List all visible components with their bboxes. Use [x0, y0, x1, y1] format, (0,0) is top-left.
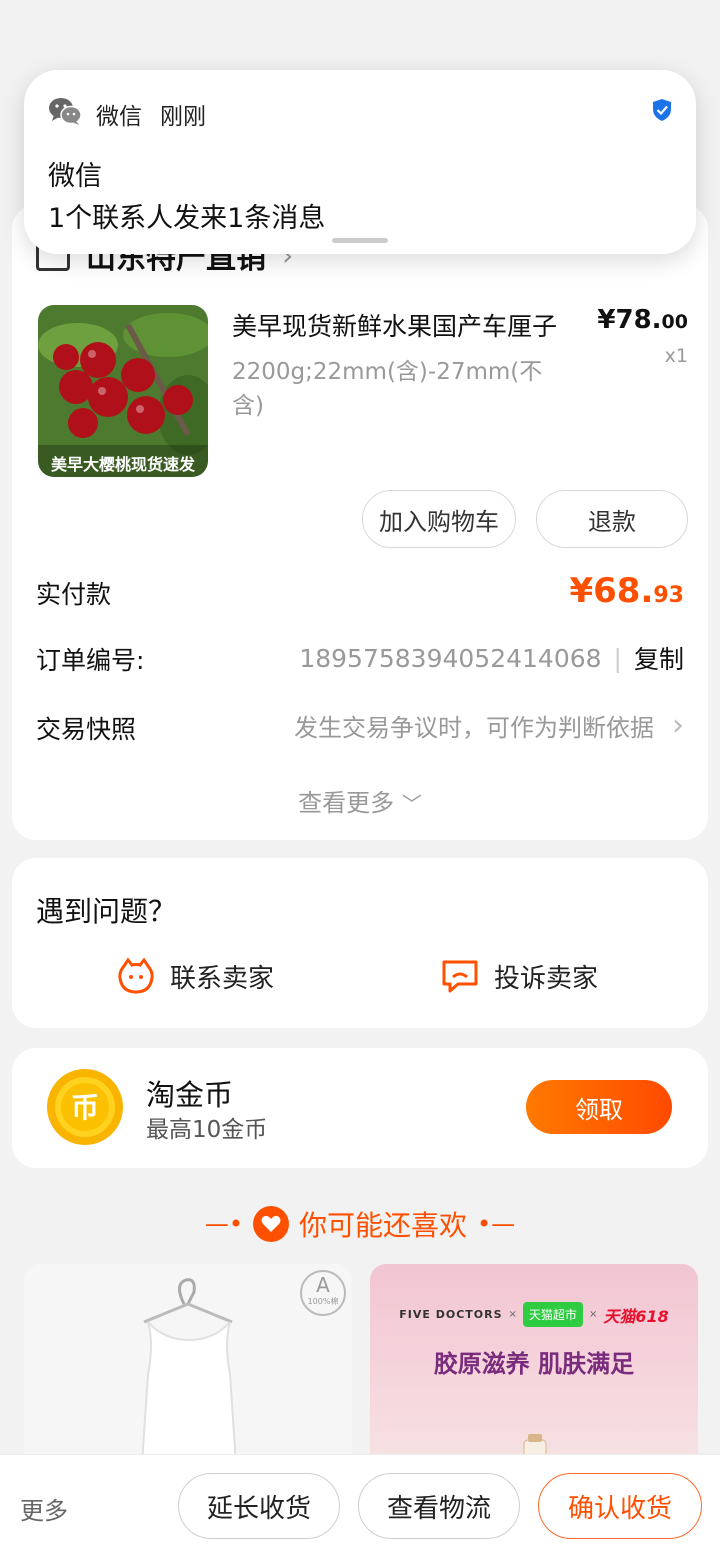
paid-integer: ¥68. [569, 571, 654, 611]
complain-seller-label: 投诉卖家 [494, 963, 599, 994]
decor-line-left: —• [204, 1210, 243, 1238]
complaint-chat-icon [442, 960, 478, 993]
ad-headline: 胶原滋养 肌肤满足 [433, 1350, 635, 1378]
order-card: 山东特产直销 › 美早大樱桃现货速发 美早现货新鲜水果国产车厘子 2200g;2… [12, 205, 708, 840]
snapshot-link[interactable]: 发生交易争议时，可作为判断依据 › [294, 708, 684, 743]
paid-label: 实付款 [36, 580, 112, 609]
drag-handle[interactable] [332, 238, 388, 243]
help-title: 遇到问题？ [36, 895, 177, 928]
gold-coin-icon: 币 [47, 1069, 123, 1145]
coins-subtitle: 最高10金币 [146, 1117, 268, 1143]
decor-line-right: •— [477, 1210, 516, 1238]
complain-seller-button[interactable]: 投诉卖家 [440, 956, 598, 996]
more-button[interactable]: 更多 [20, 1491, 68, 1526]
smile-chat-icon [118, 957, 154, 994]
extend-receipt-button[interactable]: 延长收货 [178, 1473, 340, 1539]
coins-title: 淘金币 [146, 1078, 234, 1112]
coins-card: 币 淘金币 最高10金币 领取 [12, 1048, 708, 1168]
badge-sub: 100%棉 [307, 1297, 339, 1306]
product-image[interactable]: 美早大樱桃现货速发 [38, 305, 208, 477]
confirm-receipt-button[interactable]: 确认收货 [538, 1473, 702, 1539]
brand-row: FIVE DOCTORS × 天猫超市 × 天猫618 [370, 1302, 698, 1327]
snapshot-label: 交易快照 [36, 715, 137, 744]
snapshot-hint: 发生交易争议时，可作为判断依据 [294, 714, 654, 742]
brand-tmall-618: 天猫618 [603, 1306, 669, 1326]
wechat-notification[interactable]: 微信 刚刚 微信 1个联系人发来1条消息 [24, 70, 696, 254]
refund-button[interactable]: 退款 [536, 490, 688, 548]
product-price: ¥78.00 [597, 305, 688, 335]
product-spec: 2200g;22mm(含)-27mm(不含) [232, 359, 543, 419]
recommend-item-ad[interactable]: FIVE DOCTORS × 天猫超市 × 天猫618 胶原滋养 肌肤满足 [370, 1264, 698, 1474]
times-icon: × [588, 1309, 598, 1320]
divider: | [613, 643, 622, 673]
svg-text:币: 币 [71, 1091, 99, 1124]
notification-app-name: 微信 [96, 104, 142, 130]
chevron-down-icon: ﹀ [401, 792, 422, 816]
claim-button[interactable]: 领取 [526, 1080, 672, 1134]
times-icon: × [508, 1309, 517, 1320]
notification-title: 微信 [48, 161, 102, 192]
recommend-title: 你可能还喜欢 [298, 1209, 467, 1242]
recommend-header: —• 你可能还喜欢 •— [0, 1204, 720, 1244]
brand-five-doctors: FIVE DOCTORS [399, 1308, 503, 1321]
order-number-row: 1895758394052414068 | 复制 [299, 640, 684, 676]
product-title[interactable]: 美早现货新鲜水果国产车厘子 [232, 307, 602, 343]
paid-decimal: 93 [653, 583, 684, 608]
order-number: 1895758394052414068 [299, 643, 602, 673]
add-to-cart-button[interactable]: 加入购物车 [362, 490, 516, 548]
notification-body: 1个联系人发来1条消息 [48, 203, 326, 234]
paid-amount: ¥68.93 [569, 571, 684, 611]
heart-icon [252, 1206, 289, 1242]
see-more-button[interactable]: 查看更多 ﹀ [12, 783, 708, 818]
price-integer: ¥78. [597, 305, 662, 335]
help-card: 遇到问题？ 联系卖家 投诉卖家 [12, 858, 708, 1028]
brand-tmall-supermarket: 天猫超市 [522, 1302, 583, 1327]
contact-seller-label: 联系卖家 [170, 963, 275, 994]
product-quantity: x1 [664, 345, 688, 367]
price-decimal: 00 [661, 311, 688, 333]
notification-time: 刚刚 [160, 104, 206, 130]
cotton-badge: A 100%棉 [300, 1270, 346, 1316]
copy-button[interactable]: 复制 [634, 640, 684, 676]
wechat-icon [49, 98, 82, 125]
chevron-right-icon: › [672, 708, 684, 743]
contact-seller-button[interactable]: 联系卖家 [116, 956, 274, 996]
view-logistics-button[interactable]: 查看物流 [358, 1473, 520, 1539]
see-more-label: 查看更多 [298, 789, 395, 817]
verified-shield-icon [653, 99, 671, 121]
bottom-action-bar: 更多 延长收货 查看物流 确认收货 [0, 1454, 720, 1560]
badge-letter: A [316, 1273, 330, 1297]
order-number-label: 订单编号: [36, 646, 145, 675]
recommend-item-tank-top[interactable]: A 100%棉 [24, 1264, 352, 1474]
product-image-caption: 美早大樱桃现货速发 [50, 455, 195, 474]
